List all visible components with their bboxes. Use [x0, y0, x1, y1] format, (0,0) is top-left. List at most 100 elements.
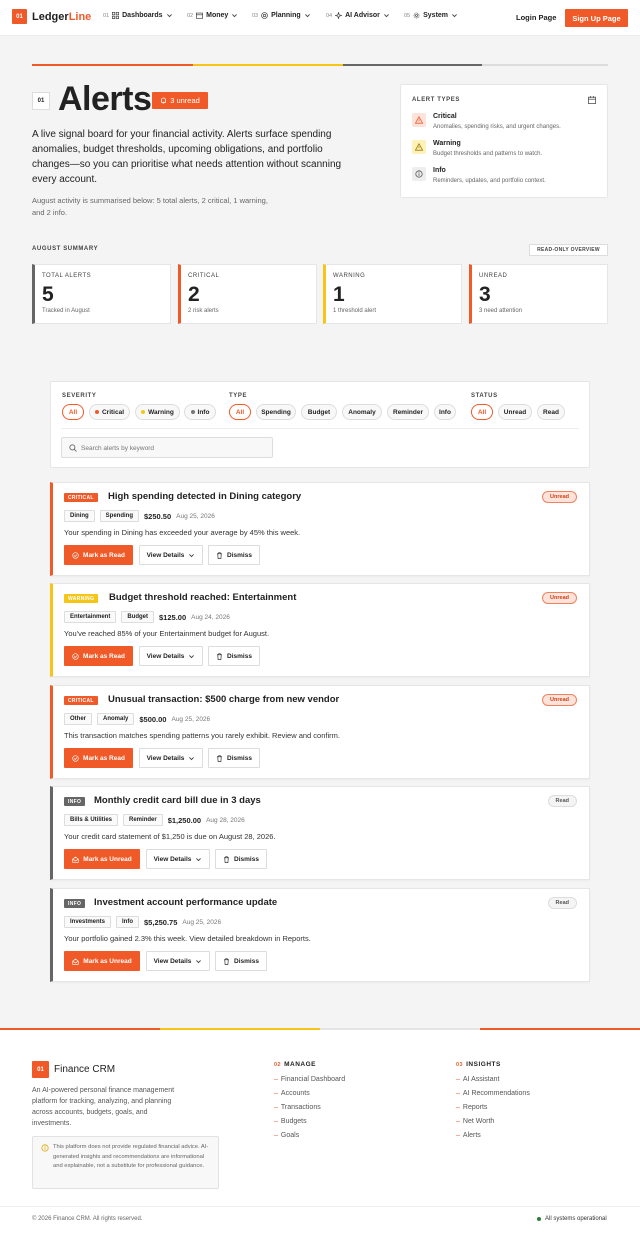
view-details-button[interactable]: View Details: [139, 748, 203, 768]
nav-system[interactable]: 05 System: [404, 12, 458, 19]
footer-link[interactable]: Alerts: [456, 1132, 481, 1139]
severity-chip-all[interactable]: All: [62, 404, 84, 420]
critical-dot: [94, 410, 99, 414]
status-chip-all[interactable]: All: [471, 404, 493, 420]
system-status: All systems operational: [537, 1216, 607, 1222]
severity-chip-critical[interactable]: Critical: [89, 404, 130, 420]
chip-label: Anomaly: [348, 408, 376, 416]
gear-icon: [413, 12, 420, 19]
dismiss-button[interactable]: Dismiss: [208, 646, 260, 666]
mark-as-read-button[interactable]: Mark as Read: [64, 646, 133, 666]
dismiss-button[interactable]: Dismiss: [215, 951, 267, 971]
view-details-button[interactable]: View Details: [146, 951, 210, 971]
unread-badge-label: 3 unread: [170, 96, 200, 105]
mark-as-unread-button[interactable]: Mark as Unread: [64, 849, 140, 869]
footer-link[interactable]: Financial Dashboard: [274, 1076, 345, 1083]
alert-description: This transaction matches spending patter…: [64, 731, 340, 740]
alert-description: Your credit card statement of $1,250 is …: [64, 832, 276, 841]
alert-tag: Bills & Utilities: [64, 814, 119, 826]
footer-col-num: 02: [274, 1062, 282, 1068]
dismiss-button[interactable]: Dismiss: [215, 849, 267, 869]
view-details-button[interactable]: View Details: [139, 545, 203, 565]
footer-link[interactable]: Goals: [274, 1132, 299, 1139]
alert-tag: Dining: [64, 510, 95, 522]
type-chip-spending[interactable]: Spending: [256, 404, 296, 420]
type-chip-anomaly[interactable]: Anomaly: [342, 404, 382, 420]
footer-link[interactable]: Budgets: [274, 1118, 307, 1125]
button-label: Dismiss: [234, 855, 259, 863]
alert-date: Aug 25, 2026: [176, 512, 215, 520]
summary-card-value: 5: [42, 283, 54, 306]
section-strip-warning: [193, 64, 343, 66]
type-chip-reminder[interactable]: Reminder: [387, 404, 429, 420]
section-strip-info: [343, 64, 482, 66]
nav-money[interactable]: 02 Money: [187, 12, 238, 19]
chip-label: Spending: [261, 408, 291, 416]
alert-amount: $250.50: [144, 511, 172, 521]
chevron-down-icon: [304, 14, 310, 18]
mark-as-read-button[interactable]: Mark as Read: [64, 545, 133, 565]
footer-link[interactable]: Accounts: [274, 1090, 310, 1097]
alert-meta: Investments Info $5,250.75 Aug 25, 2026: [64, 916, 221, 928]
type-chip-budget[interactable]: Budget: [301, 404, 337, 420]
alert-tag: Other: [64, 713, 93, 725]
footer-link[interactable]: AI Recommendations: [456, 1090, 530, 1097]
alert-title: Monthly credit card bill due in 3 days: [94, 795, 261, 806]
footer-link[interactable]: Net Worth: [456, 1118, 494, 1125]
alert-date: Aug 25, 2026: [171, 715, 211, 723]
button-label: Mark as Read: [83, 551, 125, 559]
alert-card: INFO Investment account performance upda…: [50, 888, 590, 982]
search-field[interactable]: [61, 437, 273, 458]
logo-mark[interactable]: 01: [12, 9, 27, 24]
footer-link[interactable]: AI Assistant: [456, 1076, 500, 1083]
disclaimer-box: This platform does not provide regulated…: [32, 1136, 219, 1189]
type-chip-all[interactable]: All: [229, 404, 251, 420]
severity-chip-info[interactable]: Info: [184, 404, 216, 420]
footer: 01 Finance CRM An AI-powered personal fi…: [0, 1028, 640, 1234]
type-chip-info[interactable]: Info: [434, 404, 456, 420]
signup-button[interactable]: Sign Up Page: [565, 9, 628, 27]
nav-ai-advisor[interactable]: 04 AI Advisor: [326, 12, 390, 19]
dismiss-button[interactable]: Dismiss: [208, 545, 260, 565]
trash-icon: [224, 855, 229, 863]
button-label: View Details: [146, 754, 185, 762]
alert-tag: Investments: [64, 916, 112, 928]
section-strip-rest: [482, 64, 608, 66]
alert-type-name: Critical: [433, 113, 457, 120]
mark-as-unread-button[interactable]: Mark as Unread: [64, 951, 140, 971]
read-only-badge: READ-ONLY OVERVIEW: [529, 244, 608, 256]
alert-tag: Reminder: [123, 814, 163, 826]
alert-type-desc: Reminders, updates, and portfolio contex…: [433, 178, 546, 184]
trash-icon: [224, 957, 229, 965]
nav-label: Money: [206, 12, 229, 19]
view-details-button[interactable]: View Details: [146, 849, 210, 869]
dismiss-button[interactable]: Dismiss: [208, 748, 260, 768]
status-filter-label: STATUS: [471, 393, 498, 399]
warning-triangle-icon: [412, 113, 426, 127]
alert-tag: Spending: [99, 510, 140, 522]
status-chip-read[interactable]: Read: [537, 404, 565, 420]
summary-card-value: 2: [188, 283, 200, 306]
login-link[interactable]: Login Page: [516, 13, 556, 22]
summary-heading: AUGUST SUMMARY: [32, 246, 99, 252]
summary-card-sub: 3 need attention: [479, 308, 523, 314]
footer-link[interactable]: Transactions: [274, 1104, 321, 1111]
chevron-down-icon: [232, 14, 238, 18]
button-label: Dismiss: [227, 652, 252, 660]
nav-planning[interactable]: 03 Planning: [252, 12, 311, 19]
view-details-button[interactable]: View Details: [139, 646, 203, 666]
search-input[interactable]: [81, 442, 266, 454]
severity-chip-warning[interactable]: Warning: [135, 404, 180, 420]
info-icon: [41, 1144, 49, 1152]
alert-meta: Entertainment Budget $125.00 Aug 24, 202…: [64, 611, 230, 623]
alert-types-heading: ALERT TYPES: [412, 97, 460, 103]
logo-text-accent: Line: [68, 11, 92, 23]
alert-amount: $5,250.75: [144, 917, 178, 927]
logo-text[interactable]: LedgerLine: [32, 11, 91, 23]
status-chip-unread[interactable]: Unread: [498, 404, 532, 420]
footer-link[interactable]: Reports: [456, 1104, 488, 1111]
nav-dashboards[interactable]: 01 Dashboards: [103, 12, 173, 19]
alert-date: Aug 28, 2026: [206, 816, 245, 824]
summary-card-value: 1: [333, 283, 345, 306]
mark-as-read-button[interactable]: Mark as Read: [64, 748, 133, 768]
